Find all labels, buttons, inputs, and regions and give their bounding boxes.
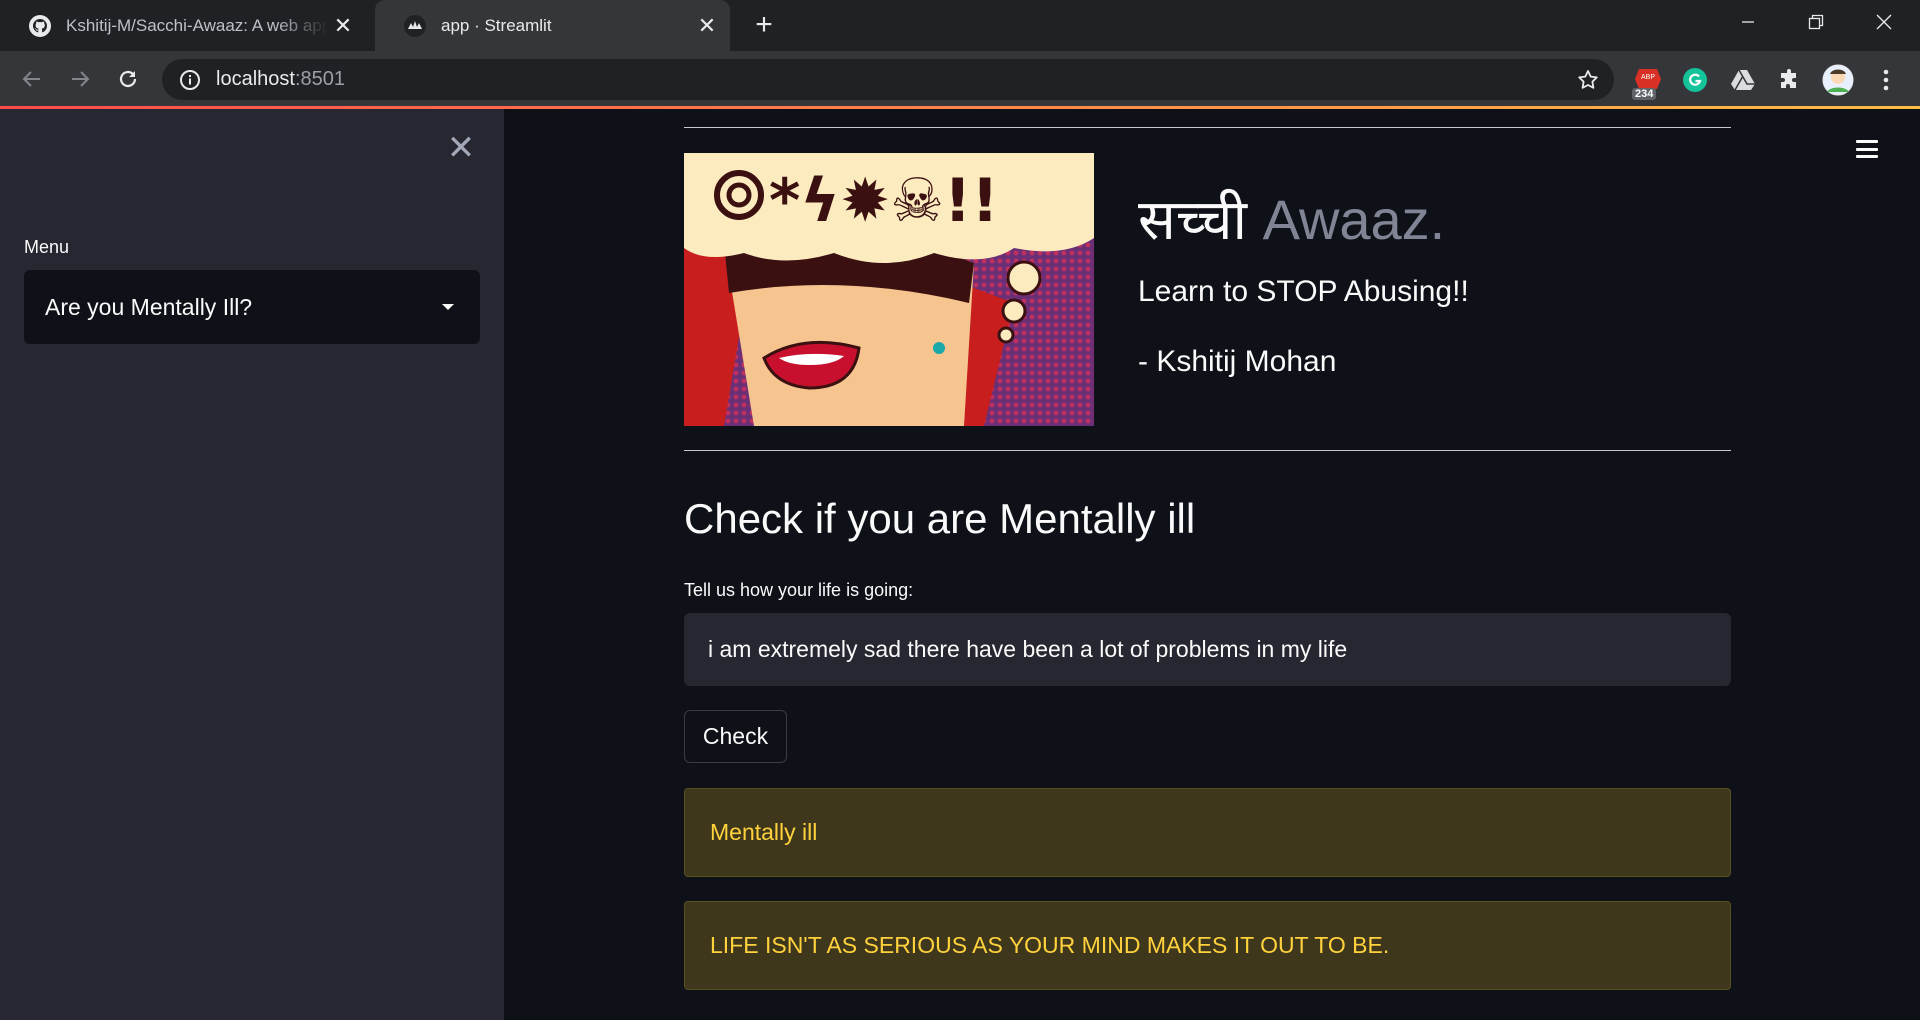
- app-subtitle: Learn to STOP Abusing!!: [1138, 275, 1469, 308]
- browser-tab-github[interactable]: Kshitij-M/Sacchi-Awaaz: A web app ✕: [0, 0, 366, 51]
- url-text: localhost:8501: [216, 68, 345, 91]
- svg-text:ABP: ABP: [1641, 74, 1655, 81]
- app-title: सच्ची Awaaz.: [1138, 180, 1445, 256]
- quote-text: LIFE ISN'T AS SERIOUS AS YOUR MIND MAKES…: [710, 932, 1390, 958]
- close-tab-icon[interactable]: ✕: [692, 11, 722, 41]
- divider-bottom: [684, 450, 1731, 451]
- menu-selected-value: Are you Mentally Ill?: [45, 293, 253, 320]
- url-host: localhost: [216, 68, 295, 90]
- tab-title: Kshitij-M/Sacchi-Awaaz: A web app: [66, 15, 328, 35]
- reload-icon[interactable]: [110, 61, 146, 97]
- menu-select[interactable]: Are you Mentally Ill?: [24, 270, 480, 344]
- bookmark-star-icon[interactable]: [1576, 68, 1600, 97]
- hero-pop-art-image: *ϟ✹☠!!: [684, 153, 1094, 426]
- browser-toolbar: localhost:8501 ABP 234: [0, 51, 1920, 108]
- back-icon[interactable]: [14, 61, 50, 97]
- address-bar[interactable]: localhost:8501: [162, 59, 1614, 100]
- browser-tab-streamlit[interactable]: app · Streamlit ✕: [375, 0, 730, 51]
- menu-label: Menu: [24, 237, 70, 257]
- svg-text:*ϟ✹☠!!: *ϟ✹☠!!: [769, 166, 999, 236]
- info-icon[interactable]: [179, 69, 201, 91]
- browser-menu-icon[interactable]: [1868, 62, 1904, 98]
- close-tab-icon[interactable]: ✕: [328, 11, 358, 41]
- divider-top: [684, 127, 1731, 128]
- extensions-puzzle-icon[interactable]: [1772, 62, 1808, 98]
- github-icon: [28, 14, 52, 38]
- sidebar: ✕ Menu Are you Mentally Ill?: [0, 109, 504, 1020]
- title-hindi: सच्ची: [1138, 188, 1248, 253]
- title-english: Awaaz.: [1247, 188, 1446, 251]
- result-text: Mentally ill: [710, 819, 818, 845]
- chevron-down-icon: [442, 304, 454, 310]
- restore-icon[interactable]: [1782, 0, 1850, 44]
- forward-icon[interactable]: [62, 61, 98, 97]
- app-author: - Kshitij Mohan: [1138, 345, 1337, 378]
- section-heading: Check if you are Mentally ill: [684, 495, 1196, 542]
- grammarly-icon[interactable]: [1677, 62, 1713, 98]
- browser-tab-bar: Kshitij-M/Sacchi-Awaaz: A web app ✕ app …: [0, 0, 1920, 51]
- url-port: :8501: [294, 68, 345, 90]
- close-window-icon[interactable]: [1850, 0, 1918, 44]
- result-alert: Mentally ill: [684, 788, 1731, 877]
- streamlit-icon: [403, 14, 427, 38]
- new-tab-button[interactable]: +: [748, 8, 780, 41]
- drive-extension-icon[interactable]: [1725, 62, 1761, 98]
- hamburger-menu-icon[interactable]: [1856, 138, 1878, 160]
- sidebar-close-icon[interactable]: ✕: [446, 129, 476, 167]
- check-button[interactable]: Check: [684, 710, 787, 763]
- extension-badge: 234: [1632, 88, 1657, 100]
- input-label: Tell us how your life is going:: [684, 580, 914, 600]
- tab-title: app · Streamlit: [441, 15, 552, 35]
- life-status-input[interactable]: [684, 613, 1731, 686]
- profile-avatar[interactable]: [1820, 62, 1856, 98]
- extension-adblock-icon[interactable]: ABP 234: [1630, 62, 1666, 100]
- minimize-icon[interactable]: [1714, 0, 1782, 44]
- quote-alert: LIFE ISN'T AS SERIOUS AS YOUR MIND MAKES…: [684, 901, 1731, 990]
